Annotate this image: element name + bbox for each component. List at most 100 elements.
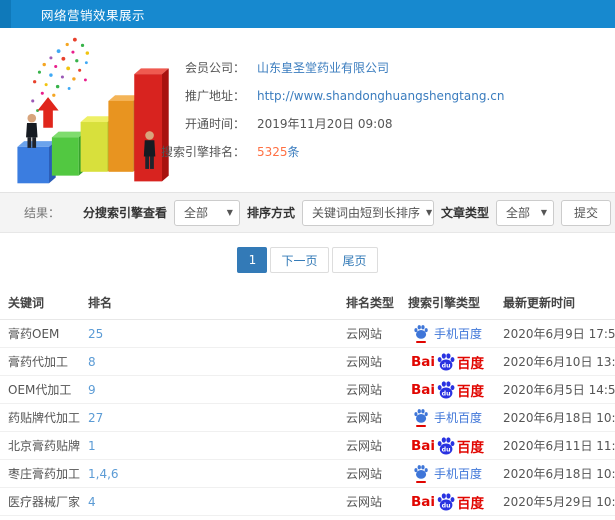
- info-row-rank-count: 搜索引擎排名： 5325条: [0, 142, 615, 162]
- page-title: 网络营销效果展示: [41, 7, 146, 23]
- updated-time-cell: 2020年5月29日 10:32: [495, 487, 615, 516]
- updated-time-cell: 2020年6月18日 10:19: [495, 459, 615, 488]
- last-page-button[interactable]: 尾页: [331, 247, 378, 273]
- keyword-cell: 枣庄膏药加工: [0, 459, 80, 488]
- rank-cell: 1: [80, 431, 338, 460]
- rank-type-cell: 云网站: [338, 487, 400, 516]
- promotion-url-link[interactable]: http://www.shandonghuangshengtang.cn: [257, 89, 504, 103]
- rank-link[interactable]: 25: [88, 327, 103, 341]
- opened-time-value: 2019年11月20日 09:08: [257, 117, 393, 131]
- rank-cell: 4: [80, 487, 338, 516]
- promotion-url-label: 推广地址：: [184, 89, 245, 103]
- engine-filter-value: 全部: [183, 206, 208, 220]
- engine-type-cell: Bai du 百度: [400, 487, 495, 516]
- table-row: 枣庄膏药加工 1,4,6 云网站 手机百度 2020年6月18日 10:19: [0, 459, 615, 488]
- keyword-cell: 膏药代加工: [0, 347, 80, 376]
- rank-link[interactable]: 1,4,6: [88, 467, 119, 481]
- engine-type-cell: Bai du 百度: [400, 375, 495, 404]
- updated-time-cell: 2020年6月11日 11:40: [495, 515, 615, 520]
- rank-type-cell: 云网站: [338, 347, 400, 376]
- baidu-logo: Bai du 百度: [410, 352, 485, 372]
- engine-type-cell: 手机百度: [400, 403, 495, 432]
- engine-type-cell: 手机百度: [400, 515, 495, 520]
- article-type-value: 全部: [505, 206, 530, 220]
- rank-cell: 1,4,6: [80, 459, 338, 488]
- chevron-down-icon: ▼: [540, 208, 547, 217]
- keyword-cell: OEM代加工: [0, 375, 80, 404]
- rank-count-unit: 条: [287, 145, 300, 159]
- table-row: OEM代加工 9 云网站 Bai du 百度 2020年6月5日 14:57: [0, 375, 615, 404]
- baidu-paw-icon: du: [437, 436, 455, 454]
- column-header-3: 搜索引擎类型: [400, 286, 495, 320]
- svg-text:du: du: [442, 362, 451, 369]
- results-table-body: 膏药OEM 25 云网站 手机百度 2020年6月9日 17:50 膏药代加工 8 云网站 …: [0, 319, 615, 520]
- table-row: 医疗器械厂家 4 云网站 Bai du 百度 2020年5月29日 10:32: [0, 487, 615, 516]
- keyword-cell: 医疗器械厂家: [0, 487, 80, 516]
- next-page-button[interactable]: 下一页: [270, 247, 329, 273]
- keyword-cell: 药贴牌代加工: [0, 403, 80, 432]
- rank-link[interactable]: 9: [88, 383, 96, 397]
- chevron-down-icon: ▼: [226, 208, 233, 217]
- engine-type-cell: Bai du 百度: [400, 347, 495, 376]
- baidu-paw-icon: du: [437, 380, 455, 398]
- baidu-logo: Bai du 百度: [410, 492, 485, 512]
- sort-filter-label: 排序方式: [246, 206, 295, 220]
- result-label: 结果：: [24, 206, 61, 220]
- column-header-4: 最新更新时间: [495, 286, 615, 320]
- updated-time-cell: 2020年6月10日 13:40: [495, 347, 615, 376]
- paw-underline: [415, 341, 426, 343]
- page-button-current[interactable]: 1: [237, 247, 268, 273]
- pagination: 1 下一页 尾页: [0, 233, 615, 286]
- table-row: 菏泽膏药厂家17云网站 手机百度2020年6月11日 11:40: [0, 515, 615, 520]
- updated-time-cell: 2020年6月18日 10:25: [495, 403, 615, 432]
- keyword-cell: 膏药OEM: [0, 319, 80, 348]
- rank-type-cell: 云网站: [338, 319, 400, 348]
- article-type-select[interactable]: 全部 ▼: [495, 199, 554, 226]
- rank-cell: 9: [80, 375, 338, 404]
- keyword-cell: 菏泽膏药厂家: [0, 515, 80, 520]
- rank-link[interactable]: 4: [88, 495, 96, 509]
- engine-rank-label: 搜索引擎排名：: [160, 145, 245, 159]
- baidu-logo: Bai du 百度: [410, 436, 485, 456]
- member-info-section: 会员公司： 山东皇圣堂药业有限公司 推广地址： http://www.shandon…: [0, 28, 615, 192]
- rank-type-cell: 云网站: [338, 431, 400, 460]
- updated-time-cell: 2020年6月11日 11:18: [495, 431, 615, 460]
- rank-cell: 25: [80, 319, 338, 348]
- engine-type-cell: 手机百度: [400, 459, 495, 488]
- engine-filter-select[interactable]: 全部 ▼: [173, 199, 240, 226]
- baidu-paw-icon: [414, 409, 428, 423]
- sort-filter-select[interactable]: 关键词由短到长排序 ▼: [301, 199, 434, 226]
- engine-rank-value: 5325条: [257, 145, 300, 159]
- company-link[interactable]: 山东皇圣堂药业有限公司: [257, 61, 389, 75]
- rank-link[interactable]: 1: [88, 439, 96, 453]
- company-label: 会员公司：: [184, 61, 245, 75]
- article-type-label: 文章类型: [440, 206, 489, 220]
- rank-link[interactable]: 27: [88, 411, 103, 425]
- baidu-logo: Bai du 百度: [410, 380, 485, 400]
- table-row: 膏药代加工 8 云网站 Bai du 百度 2020年6月10日 13:40: [0, 347, 615, 376]
- chevron-down-icon: ▼: [425, 208, 433, 217]
- rank-type-cell: 云网站: [338, 375, 400, 404]
- table-row: 膏药OEM 25 云网站 手机百度 2020年6月9日 17:50: [0, 319, 615, 348]
- engine-type-cell: 手机百度: [400, 319, 495, 348]
- rank-cell: 17: [80, 515, 338, 520]
- opened-time-label: 开通时间：: [184, 117, 245, 131]
- paw-underline: [415, 481, 426, 483]
- info-row-company: 会员公司： 山东皇圣堂药业有限公司: [0, 58, 615, 78]
- column-header-1: 排名: [80, 286, 338, 320]
- header-accent-strip: [0, 0, 11, 28]
- rank-type-cell: 云网站: [338, 459, 400, 488]
- svg-text:du: du: [442, 390, 451, 397]
- growth-chart-illustration: [17, 37, 169, 184]
- column-header-2: 排名类型: [338, 286, 400, 320]
- baidu-paw-icon: du: [437, 492, 455, 510]
- rank-cell: 8: [80, 347, 338, 376]
- rank-count-number: 5325: [257, 145, 288, 159]
- rank-type-cell: 云网站: [338, 403, 400, 432]
- sort-filter-value: 关键词由短到长排序: [311, 206, 420, 220]
- mobile-baidu-logo: 手机百度: [413, 324, 482, 343]
- submit-button[interactable]: 提交: [560, 199, 611, 226]
- table-row: 药贴牌代加工 27 云网站 手机百度 2020年6月18日 10:25: [0, 403, 615, 432]
- rank-link[interactable]: 8: [88, 355, 96, 369]
- baidu-paw-icon: [414, 465, 428, 479]
